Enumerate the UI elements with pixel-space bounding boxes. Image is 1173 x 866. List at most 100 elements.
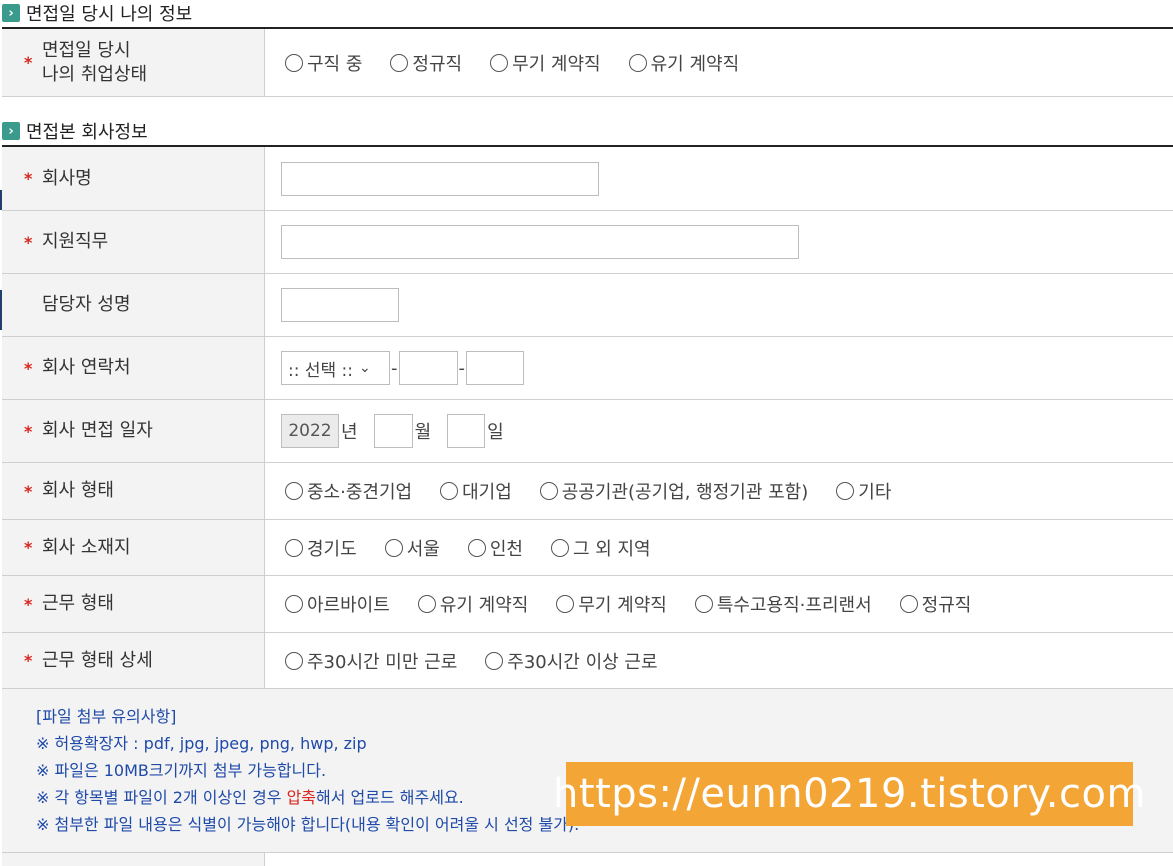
- area-code-select[interactable]: :: 선택 :: ⌄: [281, 351, 390, 385]
- chevron-right-icon: ›: [2, 122, 20, 140]
- day-input[interactable]: [447, 414, 486, 448]
- required-mark: *: [24, 358, 33, 378]
- row-work-type: * 근무 형태 아르바이트 유기 계약직 무기 계약직 특수고용직·프리랜서 정…: [2, 576, 1173, 633]
- radio-circle-icon[interactable]: [390, 53, 409, 72]
- radio-employment-option[interactable]: 정규직: [390, 50, 462, 76]
- bottom-partial-row: [2, 853, 1173, 866]
- row-header: * 지원직무: [2, 211, 265, 273]
- radio-circle-icon[interactable]: [836, 482, 855, 500]
- radio-circle-icon[interactable]: [285, 53, 303, 72]
- section-title-company-info: › 면접본 회사정보: [2, 118, 148, 144]
- radio-company-type-option[interactable]: 대기업: [440, 478, 512, 504]
- radio-location-option[interactable]: 서울: [384, 535, 440, 561]
- phone-middle-input[interactable]: [398, 351, 458, 385]
- row-work-detail: * 근무 형태 상세 주30시간 미만 근로 주30시간 이상 근로: [2, 633, 1173, 689]
- manager-name-input[interactable]: [281, 288, 399, 322]
- manager-name-cell: [265, 274, 1173, 336]
- row-header: * 회사 소재지: [2, 520, 265, 575]
- radio-location-option[interactable]: 그 외 지역: [550, 535, 651, 561]
- section-title-text: 면접일 당시 나의 정보: [26, 4, 193, 25]
- row-header: 담당자 성명: [2, 274, 265, 336]
- row-header: [2, 853, 265, 866]
- area-code-select-value: :: 선택 ::: [288, 360, 353, 381]
- year-input[interactable]: 2022: [281, 414, 339, 448]
- chevron-down-icon: ⌄: [359, 360, 371, 376]
- radio-circle-icon[interactable]: [556, 595, 575, 613]
- radio-circle-icon[interactable]: [285, 651, 303, 670]
- work-type-radios: 아르바이트 유기 계약직 무기 계약직 특수고용직·프리랜서 정규직: [265, 576, 1173, 632]
- radio-employment-option[interactable]: 구직 중: [285, 50, 362, 76]
- interview-date-label: 회사 면접 일자: [42, 420, 153, 441]
- section-title-my-info: › 면접일 당시 나의 정보: [2, 0, 192, 26]
- interview-date-cell: 2022 년 월 일: [265, 400, 1173, 462]
- radio-circle-icon[interactable]: [440, 482, 459, 500]
- notes-line: ※ 허용확장자 : pdf, jpg, jpeg, png, hwp, zip: [36, 734, 367, 753]
- radio-circle-icon[interactable]: [485, 651, 504, 670]
- required-mark: *: [24, 481, 33, 501]
- radio-circle-icon[interactable]: [417, 595, 436, 613]
- position-label: 지원직무: [42, 231, 109, 252]
- row-header: * 회사 형태: [2, 463, 265, 519]
- radio-circle-icon[interactable]: [285, 482, 303, 500]
- radio-work-type-option[interactable]: 유기 계약직: [417, 591, 528, 617]
- radio-work-type-option[interactable]: 아르바이트: [285, 591, 390, 617]
- radio-circle-icon[interactable]: [694, 595, 713, 613]
- radio-company-type-option[interactable]: 중소·중견기업: [285, 478, 412, 504]
- contact-cell: :: 선택 :: ⌄ - -: [265, 337, 1173, 399]
- radio-circle-icon[interactable]: [490, 53, 509, 72]
- radio-location-option[interactable]: 경기도: [285, 535, 357, 561]
- dash-separator: -: [391, 357, 398, 379]
- manager-name-label: 담당자 성명: [42, 294, 131, 315]
- radio-circle-icon[interactable]: [467, 538, 486, 557]
- work-detail-label: 근무 형태 상세: [42, 649, 153, 671]
- row-header: * 면접일 당시 나의 취업상태: [2, 29, 265, 96]
- radio-circle-icon[interactable]: [285, 538, 303, 557]
- radio-circle-icon[interactable]: [899, 595, 918, 613]
- radio-employment-option[interactable]: 유기 계약직: [628, 50, 739, 76]
- required-mark: *: [24, 594, 33, 614]
- my-info-table: * 면접일 당시 나의 취업상태 구직 중 정규직 무기 계약직 유기 계약직: [2, 27, 1173, 97]
- radio-work-detail-option[interactable]: 주30시간 이상 근로: [485, 648, 658, 674]
- radio-work-type-option[interactable]: 무기 계약직: [556, 591, 667, 617]
- phone-last-input[interactable]: [466, 351, 524, 385]
- row-header: * 근무 형태 상세: [2, 633, 265, 688]
- row-position: * 지원직무: [2, 211, 1173, 274]
- day-unit: 일: [487, 422, 504, 443]
- radio-work-type-option[interactable]: 정규직: [899, 591, 971, 617]
- work-detail-radios: 주30시간 미만 근로 주30시간 이상 근로: [265, 633, 1173, 688]
- row-manager-name: 담당자 성명: [2, 274, 1173, 337]
- radio-circle-icon[interactable]: [384, 538, 403, 557]
- row-company-name: * 회사명: [2, 147, 1173, 211]
- year-unit: 년: [341, 422, 358, 443]
- required-mark: *: [24, 169, 33, 188]
- employment-status-label: 면접일 당시 나의 취업상태: [42, 39, 148, 85]
- company-name-input[interactable]: [281, 161, 599, 196]
- required-mark: *: [24, 53, 33, 72]
- row-company-type: * 회사 형태 중소·중견기업 대기업 공공기관(공기업, 행정기관 포함) 기…: [2, 463, 1173, 520]
- location-label: 회사 소재지: [42, 536, 131, 558]
- radio-employment-option[interactable]: 무기 계약직: [490, 50, 601, 76]
- company-name-label: 회사명: [42, 167, 92, 189]
- work-type-label: 근무 형태: [42, 593, 114, 614]
- position-cell: [265, 211, 1173, 273]
- row-interview-date: * 회사 면접 일자 2022 년 월 일: [2, 400, 1173, 463]
- dash-separator: -: [458, 357, 466, 379]
- radio-circle-icon[interactable]: [628, 53, 647, 72]
- radio-circle-icon[interactable]: [285, 595, 303, 613]
- required-mark: *: [24, 651, 33, 670]
- row-employment-status: * 면접일 당시 나의 취업상태 구직 중 정규직 무기 계약직 유기 계약직: [2, 29, 1173, 97]
- radio-circle-icon[interactable]: [550, 538, 569, 557]
- location-radios: 경기도 서울 인천 그 외 지역: [265, 520, 1173, 575]
- radio-circle-icon[interactable]: [539, 482, 558, 500]
- month-input[interactable]: [373, 414, 413, 448]
- company-type-radios: 중소·중견기업 대기업 공공기관(공기업, 행정기관 포함) 기타: [265, 463, 1173, 519]
- radio-company-type-option[interactable]: 기타: [836, 478, 891, 504]
- radio-location-option[interactable]: 인천: [467, 535, 523, 561]
- position-input[interactable]: [281, 225, 799, 259]
- highlight-compress: 압축: [286, 788, 317, 807]
- month-unit: 월: [414, 422, 432, 443]
- radio-work-detail-option[interactable]: 주30시간 미만 근로: [285, 648, 457, 674]
- radio-company-type-option[interactable]: 공공기관(공기업, 행정기관 포함): [539, 478, 808, 504]
- row-header: * 근무 형태: [2, 576, 265, 632]
- radio-work-type-option[interactable]: 특수고용직·프리랜서: [694, 591, 872, 617]
